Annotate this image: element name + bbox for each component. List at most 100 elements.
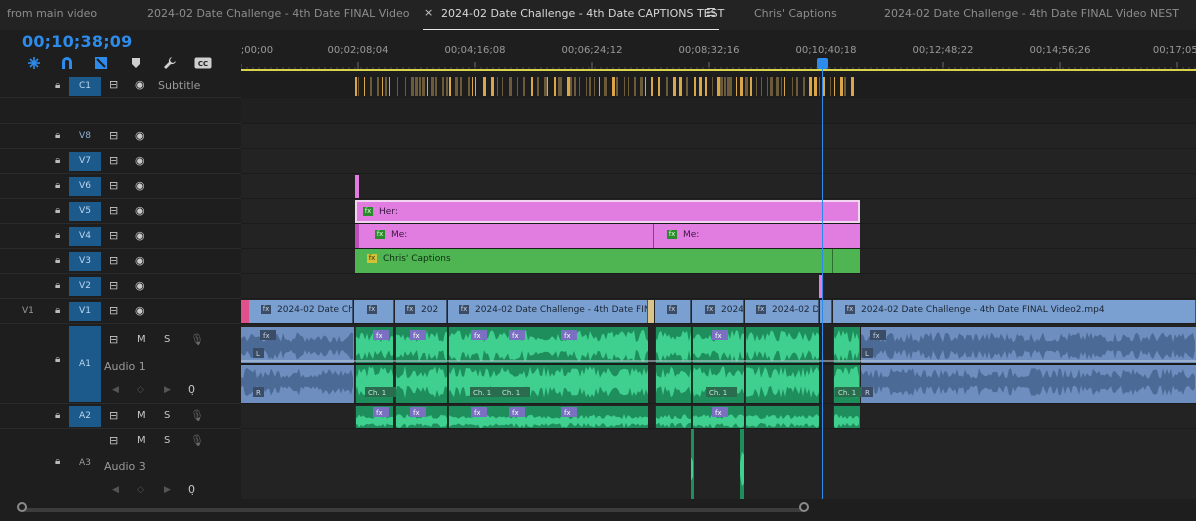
lane-v4[interactable]: fx Me: fx Me: — [241, 224, 1196, 249]
add-marker-icon[interactable] — [126, 54, 146, 72]
lane-v2[interactable] — [241, 274, 1196, 299]
toggle-output-icon[interactable]: ⊟ — [109, 204, 118, 217]
track-target-v8[interactable]: V8 — [69, 127, 101, 146]
lane-a2[interactable]: fx fx fx fx fx fx — [241, 404, 1196, 429]
toggle-output-icon[interactable]: ⊟ — [109, 254, 118, 267]
eye-icon[interactable]: ◉ — [135, 154, 145, 167]
track-target-v2[interactable]: V2 — [69, 277, 101, 296]
lock-icon[interactable]: 🔒︎ — [55, 205, 60, 216]
lock-icon[interactable]: 🔒︎ — [55, 80, 60, 91]
clip-v1-start[interactable] — [241, 300, 249, 323]
clip-v4-me-1[interactable]: fx Me: — [355, 224, 653, 248]
clip-v3-tail[interactable] — [832, 249, 860, 273]
solo-button[interactable]: S — [164, 334, 170, 345]
track-target-c1[interactable]: C1 — [69, 77, 101, 96]
solo-button[interactable]: S — [164, 435, 170, 446]
wrench-icon[interactable] — [160, 54, 180, 72]
clip-v1-f[interactable]: fx 2024-02 Date Challenge - 4th Date FINA… — [833, 300, 1196, 323]
eye-icon[interactable]: ◉ — [135, 304, 145, 317]
lock-icon[interactable]: 🔒︎ — [55, 255, 60, 266]
captions-icon[interactable]: CC — [193, 54, 213, 72]
clip-v5-her[interactable]: fx Her: — [355, 200, 860, 223]
toggle-output-icon[interactable]: ⊟ — [109, 129, 118, 142]
magnet-icon[interactable] — [57, 54, 77, 72]
clip-v1-small-1[interactable]: fx — [354, 300, 394, 323]
track-target-v3[interactable]: V3 — [69, 252, 101, 271]
lane-v3[interactable]: fx Chris' Captions — [241, 249, 1196, 274]
eye-icon[interactable]: ◉ — [135, 179, 145, 192]
toggle-output-icon[interactable]: ⊟ — [109, 78, 118, 91]
lane-a3[interactable] — [241, 429, 1196, 499]
source-patch-v1[interactable]: V1 — [22, 306, 34, 316]
lock-icon[interactable]: 🔒︎ — [55, 410, 60, 421]
track-target-v5[interactable]: V5 — [69, 202, 101, 221]
tab-menu-icon[interactable]: ☰ — [706, 6, 716, 19]
eye-icon[interactable]: ◉ — [135, 254, 145, 267]
track-target-a3[interactable]: A3 — [69, 455, 101, 471]
eye-icon[interactable]: ◉ — [135, 129, 145, 142]
tab-from-main-video[interactable]: from main video — [7, 7, 97, 20]
lock-icon[interactable]: 🔒︎ — [55, 130, 60, 141]
clip-v3-chris-captions[interactable]: fx Chris' Captions — [355, 249, 832, 273]
lane-v6[interactable] — [241, 174, 1196, 199]
clip-v6-fragment[interactable] — [355, 175, 359, 198]
playhead-line[interactable] — [822, 62, 823, 499]
previous-keyframe-icon[interactable]: ◀ — [112, 485, 119, 495]
add-keyframe-icon[interactable]: ◇ — [137, 385, 144, 395]
clip-v1-b[interactable]: fx 202 — [395, 300, 447, 323]
timeline-tracks[interactable]: fx Her: fx Me: fx Me: fx Chris' Captions fx 2… — [241, 74, 1196, 499]
scrollbar-right-handle[interactable] — [799, 502, 809, 512]
toggle-output-icon[interactable]: ⊟ — [109, 279, 118, 292]
lane-v1[interactable]: fx 2024-02 Date Cha fx fx 202 fx 2024-02 Da… — [241, 299, 1196, 324]
add-keyframe-icon[interactable]: ◇ — [137, 485, 144, 495]
tab-captions-test[interactable]: 2024-02 Date Challenge - 4th Date CAPTIO… — [441, 7, 724, 20]
clip-v1-a[interactable]: fx 2024-02 Date Cha — [249, 300, 353, 323]
timeline-zoom-scrollbar[interactable] — [0, 499, 1196, 521]
solo-button[interactable]: S — [164, 410, 170, 421]
toggle-sync-lock-icon[interactable]: ⊟ — [109, 409, 118, 422]
tab-final-video[interactable]: 2024-02 Date Challenge - 4th Date FINAL … — [147, 7, 410, 20]
scrollbar-track[interactable] — [22, 508, 805, 512]
tab-chris-captions[interactable]: Chris' Captions — [754, 7, 837, 20]
clip-v1-c[interactable]: fx 2024-02 Date Challenge - 4th Date FINA… — [448, 300, 648, 323]
snap-icon[interactable] — [24, 54, 44, 72]
lock-icon[interactable]: 🔒︎ — [55, 230, 60, 241]
track-target-a2[interactable]: A2 — [69, 406, 101, 427]
toggle-output-icon[interactable]: ⊟ — [109, 304, 118, 317]
microphone-icon[interactable]: 🎙︎ — [190, 333, 204, 346]
track-target-v7[interactable]: V7 — [69, 152, 101, 171]
clip-v1-small-2[interactable]: fx — [655, 300, 691, 323]
eye-icon[interactable]: ◉ — [135, 78, 145, 91]
volume-knob-icon[interactable]: 0̣ — [188, 383, 195, 396]
volume-knob-icon[interactable]: 0̣ — [188, 483, 195, 496]
toggle-sync-lock-icon[interactable]: ⊟ — [109, 333, 118, 346]
toggle-output-icon[interactable]: ⊟ — [109, 154, 118, 167]
lock-icon[interactable]: 🔒︎ — [55, 456, 60, 467]
scrollbar-left-handle[interactable] — [17, 502, 27, 512]
lane-a1[interactable]: fx fx fx fx fx fx fx fx Ch. 1 Ch. 1 Ch. 1 Ch. 1 Ch. … — [241, 324, 1196, 404]
mute-button[interactable]: M — [137, 410, 146, 421]
lock-icon[interactable]: 🔒︎ — [55, 155, 60, 166]
lock-icon[interactable]: 🔒︎ — [55, 180, 60, 191]
time-ruler[interactable]: ;00;00 00;02;08;04 00;04;16;08 00;06;24;… — [241, 40, 1196, 74]
previous-keyframe-icon[interactable]: ◀ — [112, 385, 119, 395]
lane-v8[interactable] — [241, 124, 1196, 149]
clip-v1-transition[interactable] — [648, 300, 654, 323]
playhead-timecode[interactable]: 00;10;38;09 — [22, 32, 132, 51]
next-keyframe-icon[interactable]: ▶ — [164, 385, 171, 395]
toggle-output-icon[interactable]: ⊟ — [109, 179, 118, 192]
tab-final-video-nest[interactable]: 2024-02 Date Challenge - 4th Date FINAL … — [884, 7, 1179, 20]
toggle-output-icon[interactable]: ⊟ — [109, 229, 118, 242]
lock-icon[interactable]: 🔒︎ — [55, 354, 60, 365]
close-icon[interactable]: × — [424, 6, 433, 19]
eye-icon[interactable]: ◉ — [135, 229, 145, 242]
lane-v5[interactable]: fx Her: — [241, 199, 1196, 224]
toggle-sync-lock-icon[interactable]: ⊟ — [109, 434, 118, 447]
eye-icon[interactable]: ◉ — [135, 279, 145, 292]
eye-icon[interactable]: ◉ — [135, 204, 145, 217]
work-area-bar[interactable] — [241, 69, 1196, 71]
lock-icon[interactable]: 🔒︎ — [55, 305, 60, 316]
clip-v1-d[interactable]: fx 2024 — [692, 300, 744, 323]
next-keyframe-icon[interactable]: ▶ — [164, 485, 171, 495]
lane-v7[interactable] — [241, 149, 1196, 174]
